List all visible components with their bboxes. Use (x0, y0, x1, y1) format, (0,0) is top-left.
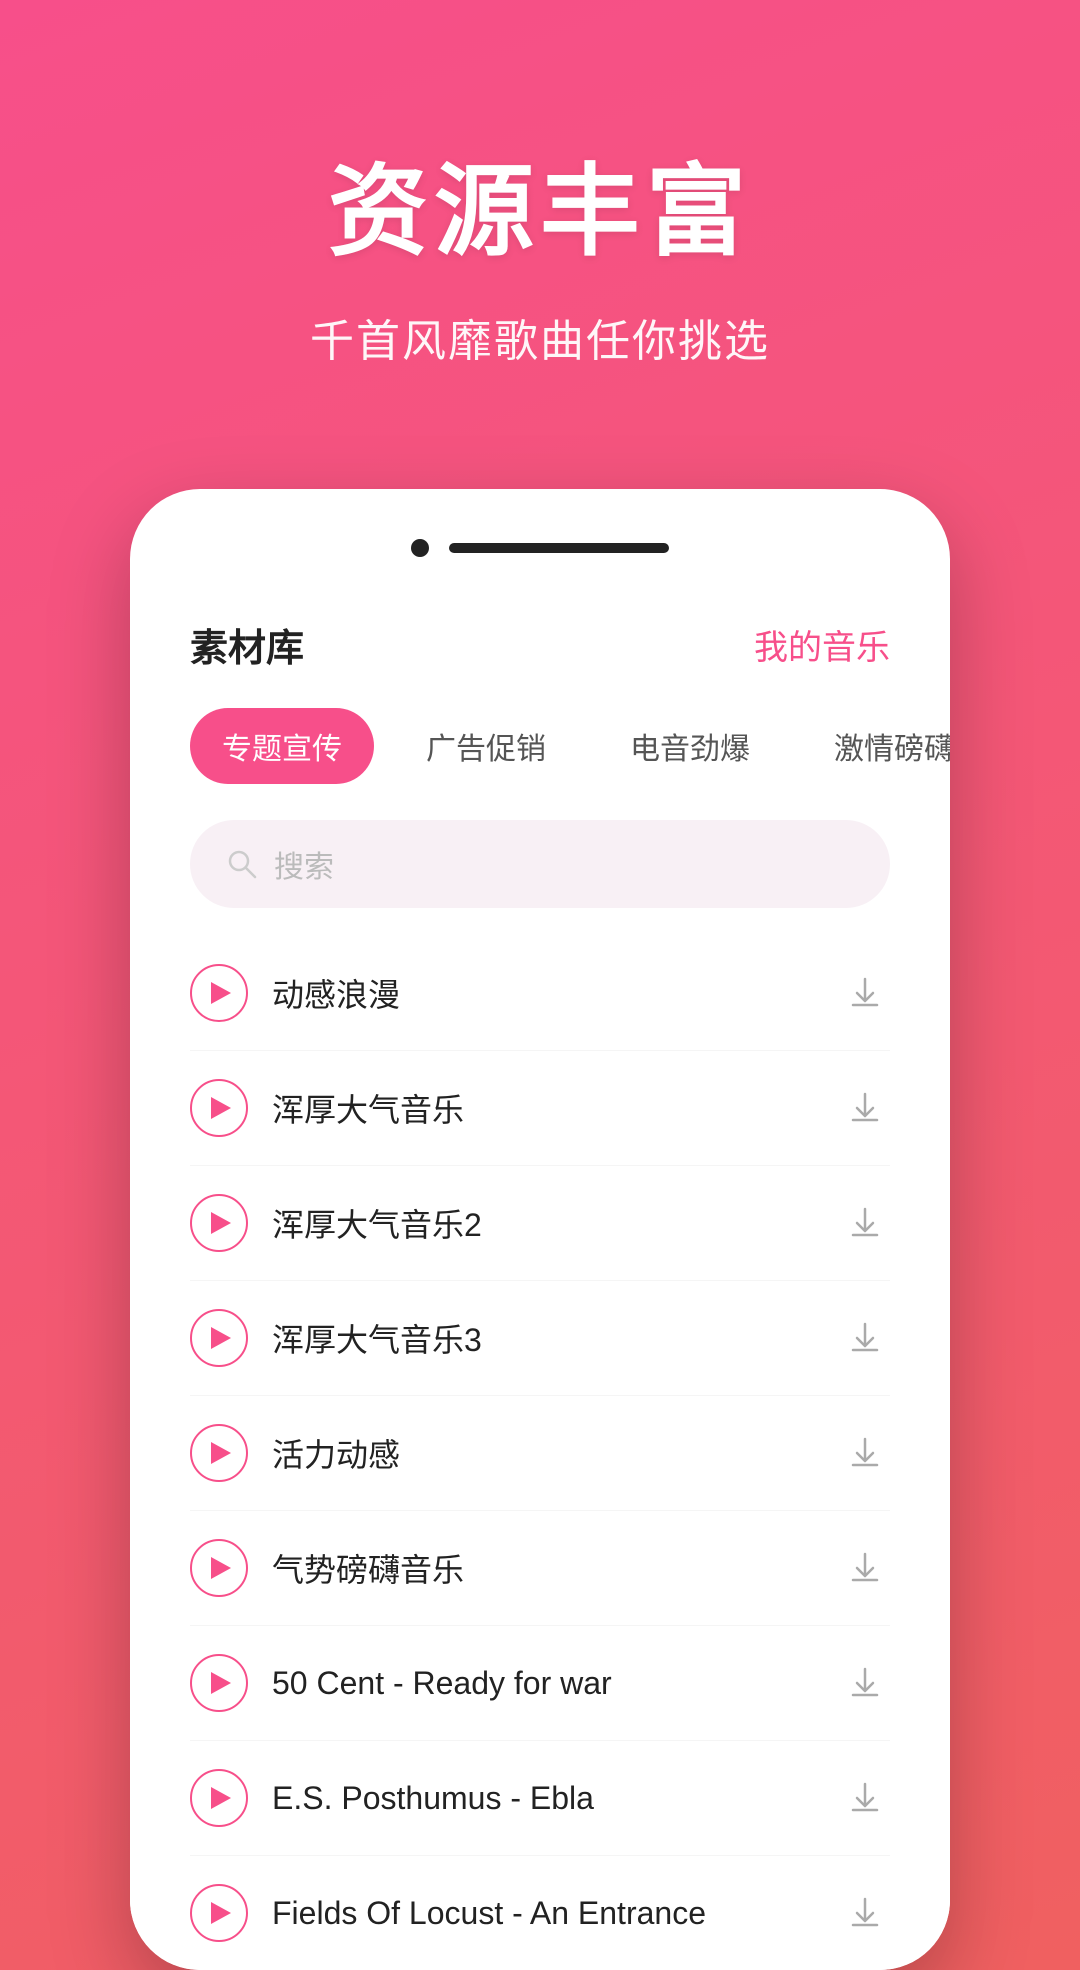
song-name-8: E.S. Posthumus - Ebla (272, 1780, 816, 1817)
tabs-row: 专题宣传 广告促销 电音劲爆 激情磅礴 (190, 708, 890, 784)
download-icon (847, 1895, 883, 1931)
notch-dot (411, 539, 429, 557)
search-placeholder: 搜索 (274, 842, 334, 886)
song-name-1: 动感浪漫 (272, 970, 816, 1016)
top-bar: 素材库 我的音乐 (190, 617, 890, 672)
list-item: 活力动感 (190, 1396, 890, 1511)
phone-notch (130, 529, 950, 587)
play-button-5[interactable] (190, 1424, 248, 1482)
download-button-9[interactable] (840, 1888, 890, 1938)
download-button-3[interactable] (840, 1198, 890, 1248)
play-button-8[interactable] (190, 1769, 248, 1827)
play-button-4[interactable] (190, 1309, 248, 1367)
play-button-9[interactable] (190, 1884, 248, 1942)
list-item: 浑厚大气音乐3 (190, 1281, 890, 1396)
sub-title: 千首风靡歌曲任你挑选 (60, 305, 1020, 369)
play-button-7[interactable] (190, 1654, 248, 1712)
download-icon (847, 1665, 883, 1701)
main-title: 资源丰富 (60, 130, 1020, 275)
download-button-8[interactable] (840, 1773, 890, 1823)
play-button-2[interactable] (190, 1079, 248, 1137)
list-item: 浑厚大气音乐 (190, 1051, 890, 1166)
search-bar[interactable]: 搜索 (190, 820, 890, 908)
download-icon (847, 1550, 883, 1586)
download-icon (847, 1205, 883, 1241)
download-icon (847, 1435, 883, 1471)
song-name-9: Fields Of Locust - An Entrance (272, 1895, 816, 1932)
tab-专题宣传[interactable]: 专题宣传 (190, 708, 374, 784)
tab-广告促销[interactable]: 广告促销 (394, 708, 578, 784)
notch-bar (449, 543, 669, 553)
song-name-7: 50 Cent - Ready for war (272, 1665, 816, 1702)
download-button-4[interactable] (840, 1313, 890, 1363)
download-button-6[interactable] (840, 1543, 890, 1593)
download-icon (847, 1320, 883, 1356)
list-item: 浑厚大气音乐2 (190, 1166, 890, 1281)
song-name-5: 活力动感 (272, 1430, 816, 1476)
header-section: 资源丰富 千首风靡歌曲任你挑选 (0, 0, 1080, 429)
list-item: 动感浪漫 (190, 936, 890, 1051)
phone-content: 素材库 我的音乐 专题宣传 广告促销 电音劲爆 激情磅礴 搜索 动感浪漫 (130, 587, 950, 1970)
download-button-2[interactable] (840, 1083, 890, 1133)
download-button-5[interactable] (840, 1428, 890, 1478)
library-title: 素材库 (190, 617, 304, 672)
play-button-6[interactable] (190, 1539, 248, 1597)
list-item: E.S. Posthumus - Ebla (190, 1741, 890, 1856)
song-name-4: 浑厚大气音乐3 (272, 1315, 816, 1361)
download-button-1[interactable] (840, 968, 890, 1018)
play-button-3[interactable] (190, 1194, 248, 1252)
list-item: 气势磅礴音乐 (190, 1511, 890, 1626)
download-icon (847, 1090, 883, 1126)
tab-激情磅礴[interactable]: 激情磅礴 (802, 708, 950, 784)
my-music-link[interactable]: 我的音乐 (754, 620, 890, 669)
song-name-3: 浑厚大气音乐2 (272, 1200, 816, 1246)
song-name-6: 气势磅礴音乐 (272, 1545, 816, 1591)
list-item: 50 Cent - Ready for war (190, 1626, 890, 1741)
download-icon (847, 1780, 883, 1816)
song-list: 动感浪漫 浑厚大气音乐 (190, 936, 890, 1970)
download-button-7[interactable] (840, 1658, 890, 1708)
play-button-1[interactable] (190, 964, 248, 1022)
song-name-2: 浑厚大气音乐 (272, 1085, 816, 1131)
phone-mockup: 素材库 我的音乐 专题宣传 广告促销 电音劲爆 激情磅礴 搜索 动感浪漫 (130, 489, 950, 1970)
search-icon (226, 848, 258, 880)
download-icon (847, 975, 883, 1011)
list-item: Fields Of Locust - An Entrance (190, 1856, 890, 1970)
tab-电音劲爆[interactable]: 电音劲爆 (598, 708, 782, 784)
